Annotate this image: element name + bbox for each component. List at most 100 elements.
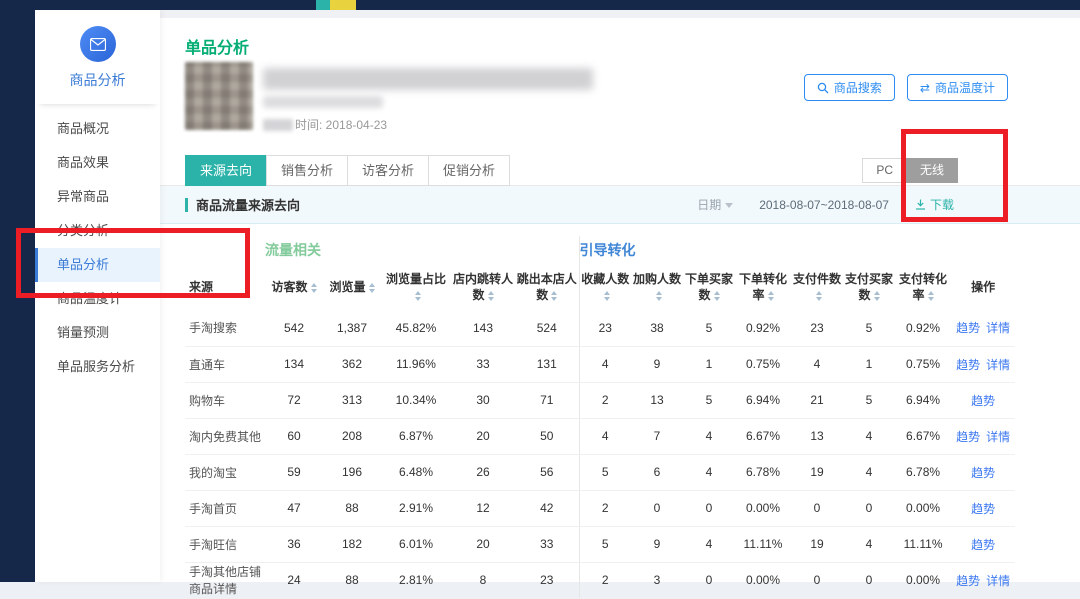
sidebar-item-6[interactable]: 销量预测	[35, 316, 160, 350]
sort-icon[interactable]	[311, 283, 317, 293]
detail-link[interactable]: 详情	[986, 574, 1010, 588]
column-header-8[interactable]: 下单买家数	[683, 264, 735, 310]
device-toggle-1[interactable]: 无线	[906, 158, 958, 183]
group-traffic-label: 流量相关	[265, 236, 579, 264]
sort-icon[interactable]	[488, 291, 494, 301]
value-cell: 1	[683, 346, 735, 382]
product-summary: 时间: 2018-04-23	[185, 62, 685, 140]
value-cell: 0	[631, 490, 683, 526]
value-cell: 196	[323, 454, 381, 490]
column-header-label: 收藏人数	[581, 272, 629, 286]
chevron-down-icon	[725, 203, 733, 208]
sort-icon[interactable]	[928, 291, 934, 301]
sidebar-item-3[interactable]: 分类分析	[35, 214, 160, 248]
date-filter[interactable]: 日期	[697, 196, 733, 213]
sort-icon[interactable]	[714, 291, 720, 301]
sidebar-item-2[interactable]: 异常商品	[35, 180, 160, 214]
column-header-label: 访客数	[271, 280, 307, 294]
sort-icon[interactable]	[604, 291, 610, 301]
source-cell: 手淘其他店铺商品详情	[185, 562, 265, 598]
value-cell: 2	[579, 562, 631, 598]
table-row: 直通车13436211.96%331314910.75%410.75%趋势详情	[185, 346, 1015, 382]
trend-link[interactable]: 趋势	[971, 538, 995, 552]
detail-link[interactable]: 详情	[986, 358, 1010, 372]
value-cell: 26	[451, 454, 515, 490]
trend-link[interactable]: 趋势	[956, 574, 980, 588]
tab-3[interactable]: 促销分析	[428, 155, 510, 186]
source-cell: 淘内免费其他	[185, 418, 265, 454]
value-cell: 131	[515, 346, 579, 382]
sort-icon[interactable]	[768, 291, 774, 301]
download-button[interactable]: 下载	[915, 196, 954, 213]
group-spacer	[951, 236, 1015, 264]
column-header-4[interactable]: 店内跳转人数	[451, 264, 515, 310]
column-header-9[interactable]: 下单转化率	[735, 264, 791, 310]
device-toggle-0[interactable]: PC	[862, 158, 907, 183]
tab-2[interactable]: 访客分析	[347, 155, 429, 186]
value-cell: 6.01%	[381, 526, 451, 562]
column-header-7[interactable]: 加购人数	[631, 264, 683, 310]
tab-1[interactable]: 销售分析	[266, 155, 348, 186]
value-cell: 2	[579, 490, 631, 526]
sort-icon[interactable]	[551, 291, 557, 301]
tab-0[interactable]: 来源去向	[185, 155, 267, 186]
value-cell: 9	[631, 526, 683, 562]
detail-link[interactable]: 详情	[986, 321, 1010, 335]
column-header-11[interactable]: 支付买家数	[843, 264, 895, 310]
sort-icon[interactable]	[369, 283, 375, 293]
sort-icon[interactable]	[874, 291, 880, 301]
value-cell: 1,387	[323, 310, 381, 346]
sidebar-item-1[interactable]: 商品效果	[35, 146, 160, 180]
column-header-3[interactable]: 浏览量占比	[381, 264, 451, 310]
sort-icon[interactable]	[656, 291, 662, 301]
trend-link[interactable]: 趋势	[971, 466, 995, 480]
value-cell: 9	[631, 346, 683, 382]
value-cell: 3	[631, 562, 683, 598]
product-time: 时间: 2018-04-23	[263, 116, 387, 133]
value-cell: 72	[265, 382, 323, 418]
trend-link[interactable]: 趋势	[971, 394, 995, 408]
sidebar-item-0[interactable]: 商品概况	[35, 112, 160, 146]
product-thermometer-button[interactable]: ⇄ 商品温度计	[907, 74, 1008, 101]
actions-cell: 趋势	[951, 382, 1015, 418]
column-header-label: 下单转化率	[739, 272, 787, 302]
value-cell: 6	[631, 454, 683, 490]
trend-link[interactable]: 趋势	[956, 430, 980, 444]
product-search-button[interactable]: 商品搜索	[804, 74, 895, 101]
value-cell: 4	[843, 526, 895, 562]
value-cell: 50	[515, 418, 579, 454]
value-cell: 4	[579, 346, 631, 382]
table-row: 淘内免费其他602086.87%20504746.67%1346.67%趋势详情	[185, 418, 1015, 454]
column-header-6[interactable]: 收藏人数	[579, 264, 631, 310]
value-cell: 6.67%	[895, 418, 951, 454]
sort-icon[interactable]	[415, 291, 421, 301]
value-cell: 524	[515, 310, 579, 346]
actions-cell: 趋势详情	[951, 418, 1015, 454]
value-cell: 11.11%	[735, 526, 791, 562]
column-header-1[interactable]: 访客数	[265, 264, 323, 310]
column-header-5[interactable]: 跳出本店人数	[515, 264, 579, 310]
value-cell: 60	[265, 418, 323, 454]
column-header-12[interactable]: 支付转化率	[895, 264, 951, 310]
value-cell: 6.94%	[895, 382, 951, 418]
sidebar-item-5[interactable]: 商品温度计	[35, 282, 160, 316]
column-header-2[interactable]: 浏览量	[323, 264, 381, 310]
column-header-13: 操作	[951, 264, 1015, 310]
trend-link[interactable]: 趋势	[956, 358, 980, 372]
trend-link[interactable]: 趋势	[956, 321, 980, 335]
topbar-badge-teal	[316, 0, 330, 10]
column-header-row: 来源访客数浏览量浏览量占比店内跳转人数跳出本店人数收藏人数加购人数下单买家数下单…	[185, 264, 1015, 310]
sidebar-item-4[interactable]: 单品分析	[35, 248, 160, 282]
detail-link[interactable]: 详情	[986, 430, 1010, 444]
trend-link[interactable]: 趋势	[971, 502, 995, 516]
value-cell: 20	[451, 526, 515, 562]
actions-cell: 趋势详情	[951, 562, 1015, 598]
sort-icon[interactable]	[816, 291, 822, 301]
value-cell: 0	[843, 490, 895, 526]
sidebar-item-7[interactable]: 单品服务分析	[35, 350, 160, 384]
value-cell: 4	[579, 418, 631, 454]
column-header-label: 跳出本店人数	[517, 272, 577, 302]
product-time-text: 时间: 2018-04-23	[295, 116, 387, 133]
column-header-10[interactable]: 支付件数	[791, 264, 843, 310]
value-cell: 362	[323, 346, 381, 382]
